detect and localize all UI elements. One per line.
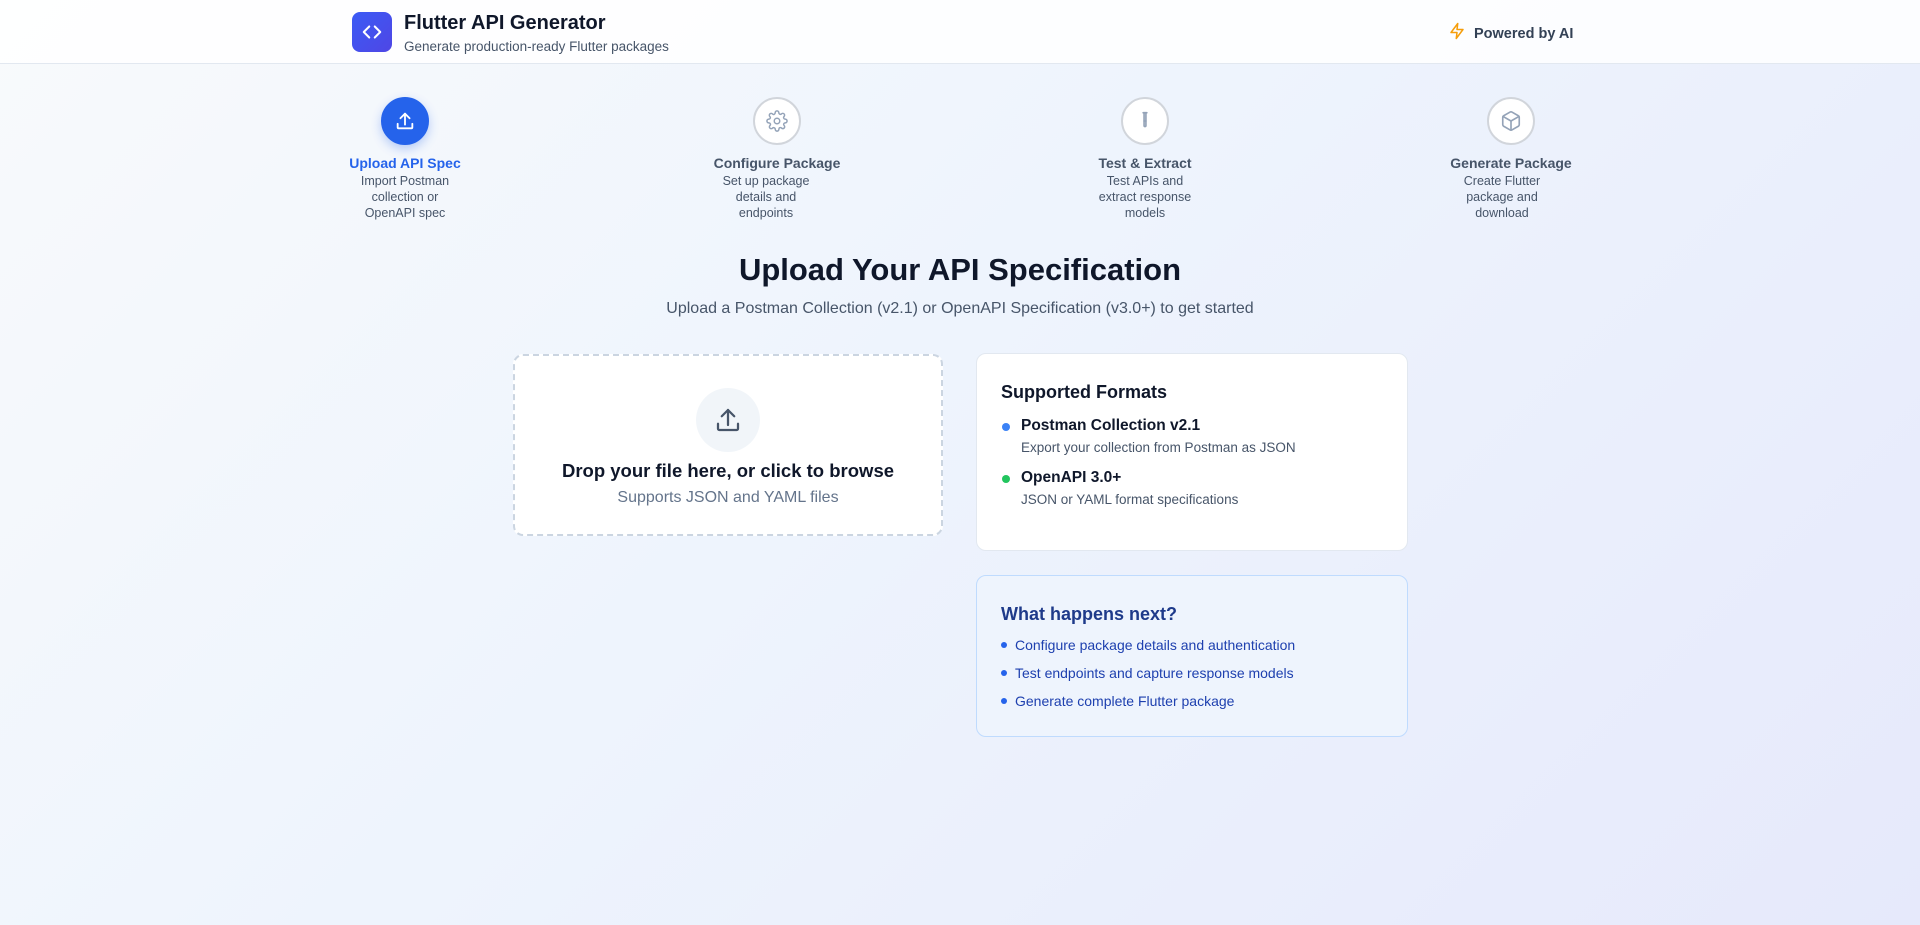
- step-title: Configure Package: [713, 155, 841, 171]
- card-title: What happens next?: [1001, 604, 1178, 624]
- gear-icon: [753, 97, 801, 145]
- dropzone-title: Drop your file here, or click to browse: [561, 460, 895, 481]
- next-steps-list: Configure package details and authentica…: [1001, 635, 1383, 719]
- step-description: Set up package details and endpoints: [722, 174, 810, 220]
- file-dropzone[interactable]: Drop your file here, or click to browse …: [513, 354, 943, 536]
- dropzone-subtitle: Supports JSON and YAML files: [617, 489, 839, 506]
- app-header: Flutter API Generator Generate productio…: [0, 0, 1920, 64]
- card-title: Supported Formats: [1001, 382, 1168, 402]
- format-name: OpenAPI 3.0+: [1021, 469, 1122, 486]
- format-item: Postman Collection v2.1 Export your coll…: [1001, 417, 1383, 455]
- step-test-extract[interactable]: Test & Extract Test APIs and extract res…: [1075, 97, 1215, 221]
- format-item: OpenAPI 3.0+ JSON or YAML format specifi…: [1001, 469, 1383, 507]
- what-happens-next-card: What happens next? Configure package det…: [976, 575, 1408, 737]
- package-icon: [1487, 97, 1535, 145]
- format-description: JSON or YAML format specifications: [1021, 492, 1239, 507]
- list-item: Configure package details and authentica…: [1001, 635, 1383, 663]
- step-title: Upload API Spec: [349, 155, 461, 171]
- step-generate-package[interactable]: Generate Package Create Flutter package …: [1441, 97, 1581, 221]
- list-item: Generate complete Flutter package: [1001, 691, 1383, 719]
- format-name: Postman Collection v2.1: [1021, 417, 1201, 434]
- upload-icon: [696, 388, 760, 452]
- page-title: Upload Your API Specification: [738, 252, 1182, 287]
- step-title: Generate Package: [1450, 155, 1572, 171]
- step-title: Test & Extract: [1098, 155, 1192, 171]
- step-upload-api-spec[interactable]: Upload API Spec Import Postman collectio…: [335, 97, 475, 221]
- format-description: Export your collection from Postman as J…: [1021, 440, 1296, 455]
- code-brackets-icon: [352, 12, 392, 52]
- lightning-icon: [1448, 22, 1466, 45]
- app-subtitle: Generate production-ready Flutter packag…: [404, 39, 669, 54]
- upload-icon: [381, 97, 429, 145]
- test-tube-icon: [1121, 97, 1169, 145]
- page-subtitle: Upload a Postman Collection (v2.1) or Op…: [666, 300, 1254, 317]
- brand[interactable]: Flutter API Generator Generate productio…: [352, 12, 669, 54]
- blue-bullet-icon: [1002, 423, 1010, 431]
- green-bullet-icon: [1002, 475, 1010, 483]
- powered-label: Powered by AI: [1474, 25, 1574, 42]
- app-title: Flutter API Generator: [404, 12, 606, 34]
- step-description: Create Flutter package and download: [1463, 174, 1541, 220]
- list-item: Test endpoints and capture response mode…: [1001, 663, 1383, 691]
- supported-formats-card: Supported Formats Postman Collection v2.…: [976, 353, 1408, 551]
- step-configure-package[interactable]: Configure Package Set up package details…: [707, 97, 847, 221]
- step-description: Import Postman collection or OpenAPI spe…: [360, 174, 450, 220]
- step-description: Test APIs and extract response models: [1098, 174, 1192, 220]
- powered-by-ai-badge: Powered by AI: [1448, 22, 1573, 45]
